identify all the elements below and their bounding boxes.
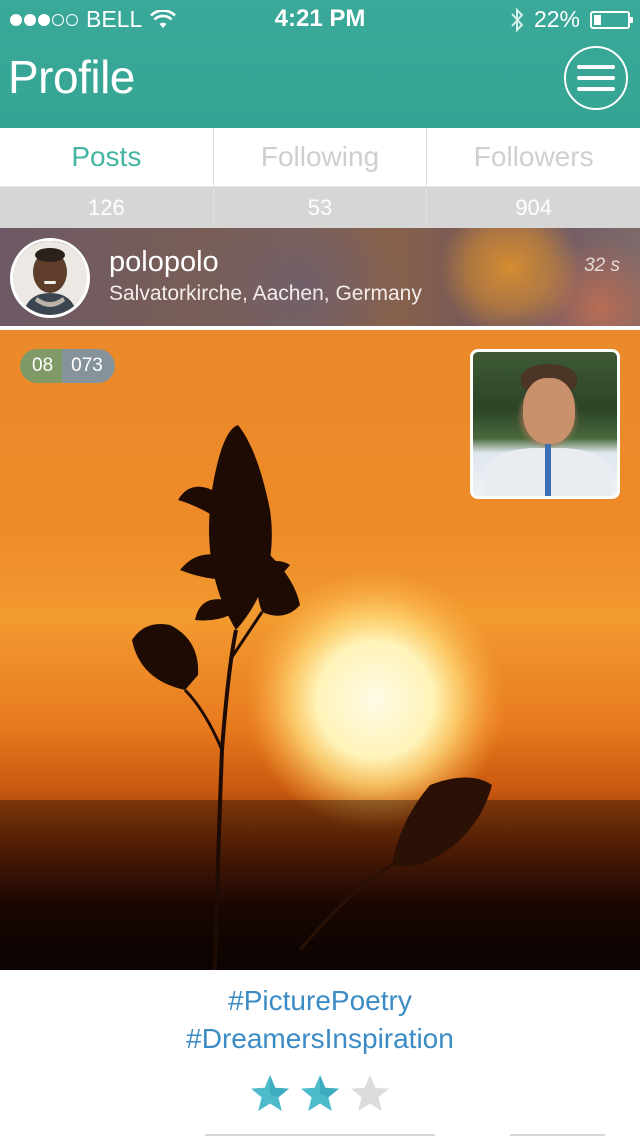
app-header: BELL 4:21 PM 22% Profile (0, 0, 640, 128)
profile-tabs: Posts 126 Following 53 Followers 904 (0, 128, 640, 228)
post-photo[interactable]: 08 073 (0, 330, 640, 970)
post-username[interactable]: polopolo (109, 246, 219, 279)
counter-badge: 08 073 (20, 349, 115, 383)
tab-followers[interactable]: Followers 904 (427, 128, 640, 228)
tab-count: 904 (427, 187, 640, 228)
battery-icon (590, 10, 633, 29)
avatar-image (13, 241, 87, 315)
star-rating (0, 1074, 640, 1114)
post-location: Salvatorkirche, Aachen, Germany (109, 282, 422, 305)
counter-left: 08 (20, 349, 63, 383)
tab-label: Following (213, 128, 427, 187)
hashtag-picturepoetry[interactable]: #PicturePoetry (0, 985, 640, 1017)
status-bar: BELL 4:21 PM 22% (0, 0, 640, 40)
tagged-user-thumbnail[interactable] (470, 349, 620, 499)
post-time: 32 s (584, 255, 620, 276)
tab-posts[interactable]: Posts 126 (0, 128, 214, 228)
star-filled-icon[interactable] (300, 1074, 340, 1114)
tab-label: Posts (0, 128, 213, 187)
profile-screen: BELL 4:21 PM 22% Profile Posts 126 Follo… (0, 0, 640, 1136)
star-empty-icon[interactable] (350, 1074, 390, 1114)
avatar[interactable] (10, 238, 90, 318)
hamburger-menu-icon (577, 65, 615, 69)
battery-fill (594, 14, 601, 25)
tab-count: 126 (0, 187, 213, 228)
tab-label: Followers (427, 128, 640, 187)
menu-button[interactable] (564, 46, 628, 110)
battery-percent: 22% (533, 6, 580, 32)
hashtag-dreamersinspiration[interactable]: #DreamersInspiration (0, 1023, 640, 1055)
counter-right: 073 (62, 349, 115, 383)
status-right: 22% (510, 6, 633, 33)
post-caption: #PicturePoetry #DreamersInspiration (0, 970, 640, 1136)
bluetooth-icon (511, 7, 524, 32)
tab-following[interactable]: Following 53 (213, 128, 428, 228)
tab-count: 53 (213, 187, 427, 228)
star-filled-icon[interactable] (250, 1074, 290, 1114)
post-header: polopolo Salvatorkirche, Aachen, Germany… (0, 228, 640, 328)
page-title: Profile (8, 51, 135, 103)
